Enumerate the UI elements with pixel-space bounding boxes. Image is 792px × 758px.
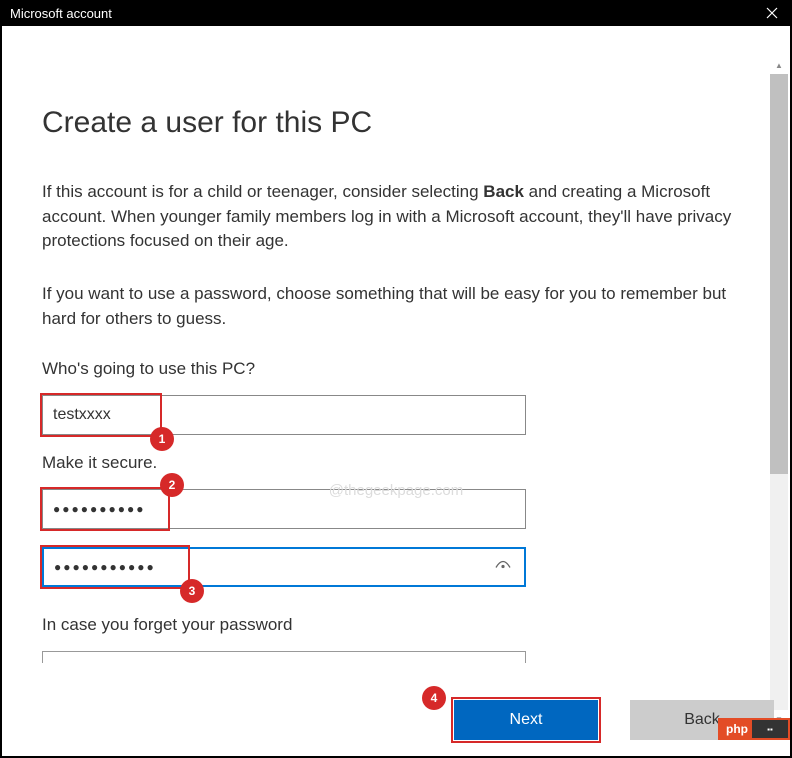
scrollbar-track[interactable]: [770, 74, 788, 710]
confirm-password-row: 3: [42, 547, 752, 587]
confirm-password-input[interactable]: [42, 547, 526, 587]
reveal-password-icon[interactable]: [494, 558, 512, 577]
hint-label: In case you forget your password: [42, 615, 752, 635]
page-heading: Create a user for this PC: [42, 106, 752, 140]
annotation-badge-3: 3: [180, 579, 204, 603]
username-label: Who's going to use this PC?: [42, 359, 752, 379]
title-bar: Microsoft account: [0, 0, 792, 26]
vertical-scrollbar[interactable]: ▲ ▼: [770, 56, 788, 728]
window-title: Microsoft account: [10, 6, 112, 21]
scroll-up-icon[interactable]: ▲: [770, 56, 788, 74]
annotation-badge-4: 4: [422, 686, 446, 710]
close-icon: [766, 7, 778, 19]
password-label: Make it secure.: [42, 453, 752, 473]
next-button[interactable]: Next: [454, 700, 598, 740]
username-row: 1: [42, 395, 752, 435]
intro-paragraph-1: If this account is for a child or teenag…: [42, 180, 752, 254]
security-hint-input[interactable]: [42, 651, 526, 663]
php-watermark: php ▪▪: [718, 718, 792, 740]
intro-paragraph-2: If you want to use a password, choose so…: [42, 282, 752, 331]
username-input[interactable]: [42, 395, 526, 435]
php-watermark-box: ▪▪: [752, 720, 788, 738]
annotation-badge-1: 1: [150, 427, 174, 451]
scrollbar-thumb[interactable]: [770, 74, 788, 474]
close-button[interactable]: [752, 0, 792, 26]
password-row: 2: [42, 489, 752, 529]
password-input[interactable]: [42, 489, 526, 529]
content-area: Create a user for this PC If this accoun…: [0, 26, 792, 758]
